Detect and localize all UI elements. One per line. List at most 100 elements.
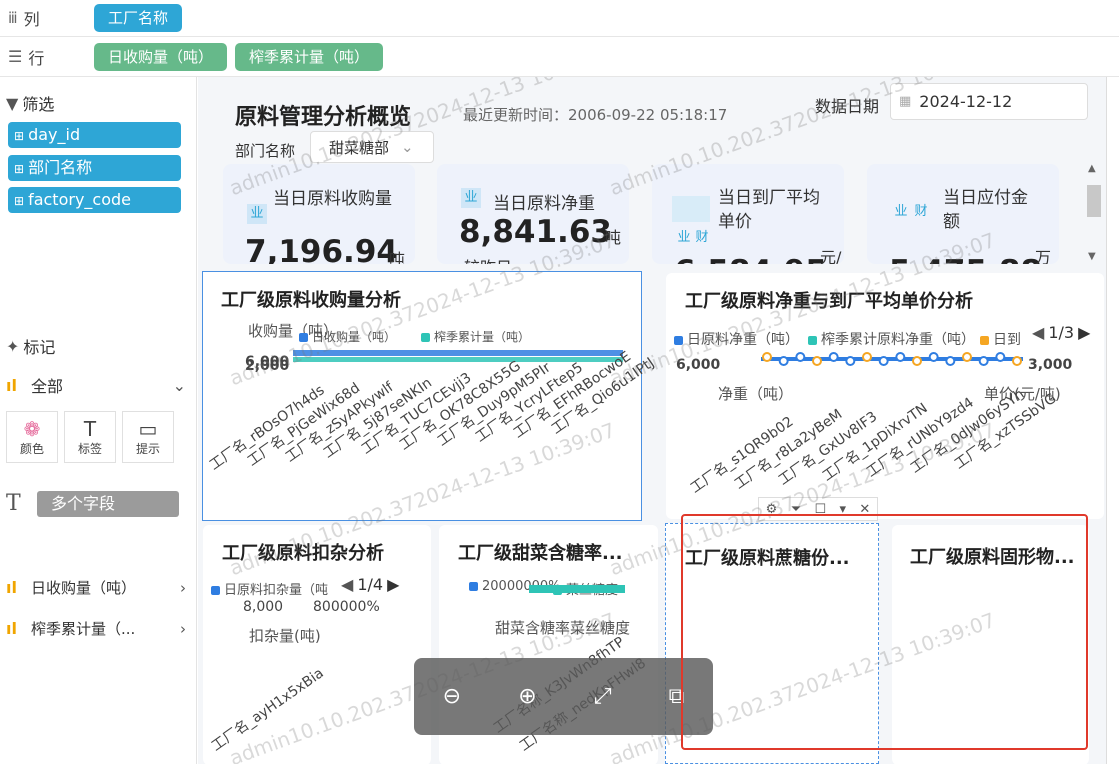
line-series-price [761,352,1023,366]
mark-pin-icon: ✦ [6,336,20,356]
multi-field-pill[interactable]: 多个字段 [37,491,179,517]
kpi-label: 当日原料收购量 [273,189,392,209]
kpi-unit: 万 [1035,248,1052,264]
zoom-out-icon[interactable]: ⊖ [443,684,461,709]
column-field-pill[interactable]: 工厂名称 [94,4,183,32]
line-point [778,356,789,366]
legend-item: 日原料扣杂量（吨 [211,579,328,598]
kpi-label: 当日原料净重 [493,194,595,214]
chevron-right-icon: › [180,619,186,638]
scroll-up-icon[interactable]: ▲ [1088,163,1096,174]
y-tick: 8,000 [243,599,284,615]
left-panel: ▼ 筛选 ⊞ day_id ⊞ 部门名称 ⊞ factory_code ✦ 标记 ıl… [0,77,197,764]
y-axis-label: 扣杂量(吨) [249,627,321,645]
legend-swatch [211,586,220,595]
zoom-in-icon[interactable]: ⊕ [518,684,536,709]
y-tick: 2,000 [245,358,290,374]
rows-shelf-label: ☰ 行 [8,47,45,68]
legend-pager[interactable]: ◀ 1/4 ▶ [341,575,399,594]
scroll-down-icon[interactable]: ▼ [1088,251,1096,262]
line-point [1012,356,1022,366]
filter-field-dept[interactable]: ⊞ 部门名称 [8,155,181,181]
line-point [945,356,956,366]
row-field-pill-2[interactable]: 榨季累计量（吨） [235,42,384,71]
row-field-pill-1[interactable]: 日收购量（吨） [94,42,228,71]
kpi-card-net-weight: 业 当日原料净重 8,841.63 吨 较昨日 [437,164,629,264]
legend-swatch [299,333,308,342]
color-icon: ❁ [23,416,41,441]
rows-icon: ☰ [8,47,23,66]
tooltip-mark-button[interactable]: ▭ 提示 [122,411,174,463]
kpi-value: 7,196.94 [245,234,398,264]
kpi-badge-finance: 财 [695,230,709,245]
y-tick-left: 6,000 [676,357,721,373]
legend-swatch [980,335,989,345]
field-tree-icon: ⊞ [14,129,25,143]
prev-page-icon[interactable]: ◀ [1032,323,1044,342]
kpi-unit: 吨 [605,228,622,247]
bar-measure-icon: ıl [6,619,17,638]
chart-card-impurity[interactable]: 工厂级原料扣杂分析 日原料扣杂量（吨 ◀ 1/4 ▶ 8,000 800000%… [203,525,431,764]
rows-shelf: ☰ 行 日收购量（吨） 榨季累计量（吨） [0,37,1119,77]
filter-field-day-id[interactable]: ⊞ day_id [8,122,181,148]
date-label: 数据日期 [815,97,880,116]
y-tick-right: 3,000 [1028,357,1073,373]
columns-shelf: ⅲ 列 工厂名称 [0,0,1119,37]
marks-all-dropdown[interactable]: ıl 全部 ⌄ [6,373,186,397]
filter-icon: ▼ [6,93,19,113]
chart-title: 工厂级原料收购量分析 [221,290,401,311]
kpi-card-unit-price: 业 财 当日到厂平均单价 6,584.95 元/ [652,164,844,264]
bar-series-teal [529,585,625,593]
color-mark-button[interactable]: ❁ 颜色 [6,411,58,463]
measure-item-season[interactable]: ıl 榨季累计量（... › [6,618,186,639]
bar-measure-icon: ıl [6,375,17,395]
line-point [795,352,806,362]
kpi-icon-block [672,196,710,222]
legend-item: 日原料净重（吨） [674,329,799,349]
filter-field-factory-code[interactable]: ⊞ factory_code [8,187,181,213]
bar-measure-icon: ıl [6,578,17,597]
legend-item: 日收购量（吨） [299,328,396,345]
kpi-value: 8,841.63 [459,214,612,250]
prev-page-icon[interactable]: ◀ [341,575,353,594]
kpi-card-payable: 业 财 当日应付金额 5,475.88 万 [867,164,1059,264]
kpi-value: 6,584.95 [674,254,827,264]
line-point [828,352,839,362]
line-point [895,352,906,362]
date-picker[interactable]: ▦ 2024-12-12 [890,83,1088,120]
chart-title: 工厂级原料净重与到厂平均单价分析 [685,291,973,312]
highlight-box [681,514,1088,750]
legend-swatch [674,335,683,345]
kpi-scrollbar[interactable]: ▲ ▼ [1084,163,1104,268]
chart-title: 工厂级原料扣杂分析 [222,543,384,564]
measure-item-daily[interactable]: ıl 日收购量（吨） › [6,577,186,598]
kpi-unit: 吨 [389,250,406,264]
text-field-icon: T [6,491,21,516]
fullscreen-icon[interactable]: ⤢ [594,684,612,709]
columns-icon: ⅲ [8,9,18,27]
legend-pager[interactable]: ◀ 1/3 ▶ [1032,323,1090,342]
line-point [812,356,822,366]
left-axis-label: 净重（吨） [718,385,794,403]
kpi-unit: 元/ [820,248,842,264]
y-tick-right: 800000% [313,599,380,615]
chevron-right-icon: › [180,578,186,597]
next-page-icon[interactable]: ▶ [387,575,399,594]
mark-buttons: ❁ 颜色 T 标签 ▭ 提示 [6,411,174,463]
marks-section-title: ✦ 标记 [6,336,56,358]
legend-item: 日到 [980,329,1021,349]
line-point [762,352,772,362]
next-page-icon[interactable]: ▶ [1078,323,1090,342]
text-label-icon: T [83,416,97,441]
line-point [862,352,872,362]
label-mark-button[interactable]: T 标签 [64,411,116,463]
chart-card-net-weight-price[interactable]: 工厂级原料净重与到厂平均单价分析 日原料净重（吨） 榨季累计原料净重（吨） 日到… [666,273,1104,519]
kpi-compare-label: 较昨日 [464,254,512,264]
right-edge-panel [1106,77,1119,764]
scroll-thumb[interactable] [1087,185,1101,217]
legend-item: 榨季累计量（吨） [421,328,530,345]
line-point [928,352,939,362]
chart-card-purchase[interactable]: 工厂级原料收购量分析 收购量（吨） 日收购量（吨） 榨季累计量（吨） 6,000… [202,271,657,521]
bar-series-daily [293,350,623,356]
dept-select[interactable]: 甜菜糖部 ⌄ [310,131,434,163]
